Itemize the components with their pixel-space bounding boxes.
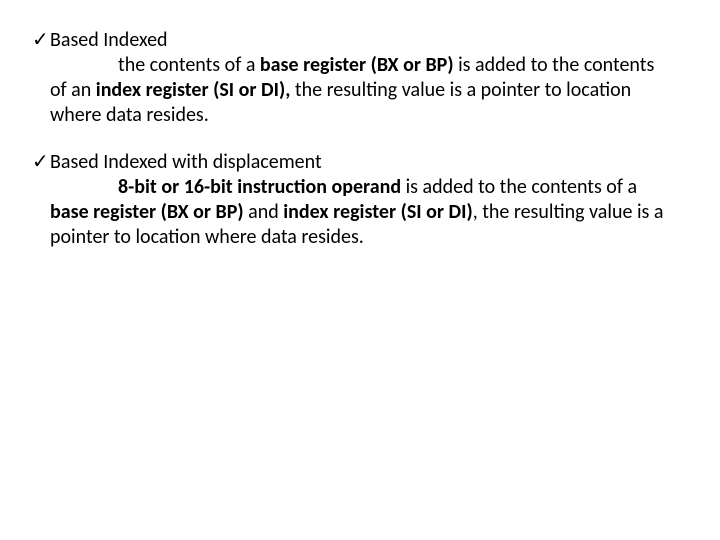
check-icon: ✓	[32, 28, 49, 53]
bullet-heading: ✓ Based Indexed	[50, 28, 670, 53]
check-icon: ✓	[32, 150, 49, 175]
bullet-item-based-indexed: ✓ Based Indexed the contents of a base r…	[50, 28, 670, 128]
bold-segment: base register (BX or BP)	[260, 53, 454, 77]
bold-segment: 8-bit or 16-bit instruction operand	[118, 175, 401, 199]
slide: ✓ Based Indexed the contents of a base r…	[0, 0, 720, 540]
text-segment: and	[244, 200, 284, 224]
bullet-heading: ✓ Based Indexed with displacement	[50, 150, 670, 175]
bullet-title: Based Indexed	[50, 28, 168, 52]
text-segment: the contents of a	[118, 53, 260, 77]
bold-segment: index register (SI or DI)	[283, 200, 472, 224]
bullet-body: the contents of a base register (BX or B…	[50, 53, 670, 128]
bullet-title: Based Indexed with displacement	[50, 150, 322, 174]
text-segment: is added to the contents of a	[401, 175, 637, 199]
bold-segment: base register (BX or BP)	[50, 200, 244, 224]
bold-segment: index register (SI or DI),	[96, 78, 291, 102]
bullet-body: 8-bit or 16-bit instruction operand is a…	[50, 175, 670, 250]
bullet-item-based-indexed-displacement: ✓ Based Indexed with displacement 8-bit …	[50, 150, 670, 250]
